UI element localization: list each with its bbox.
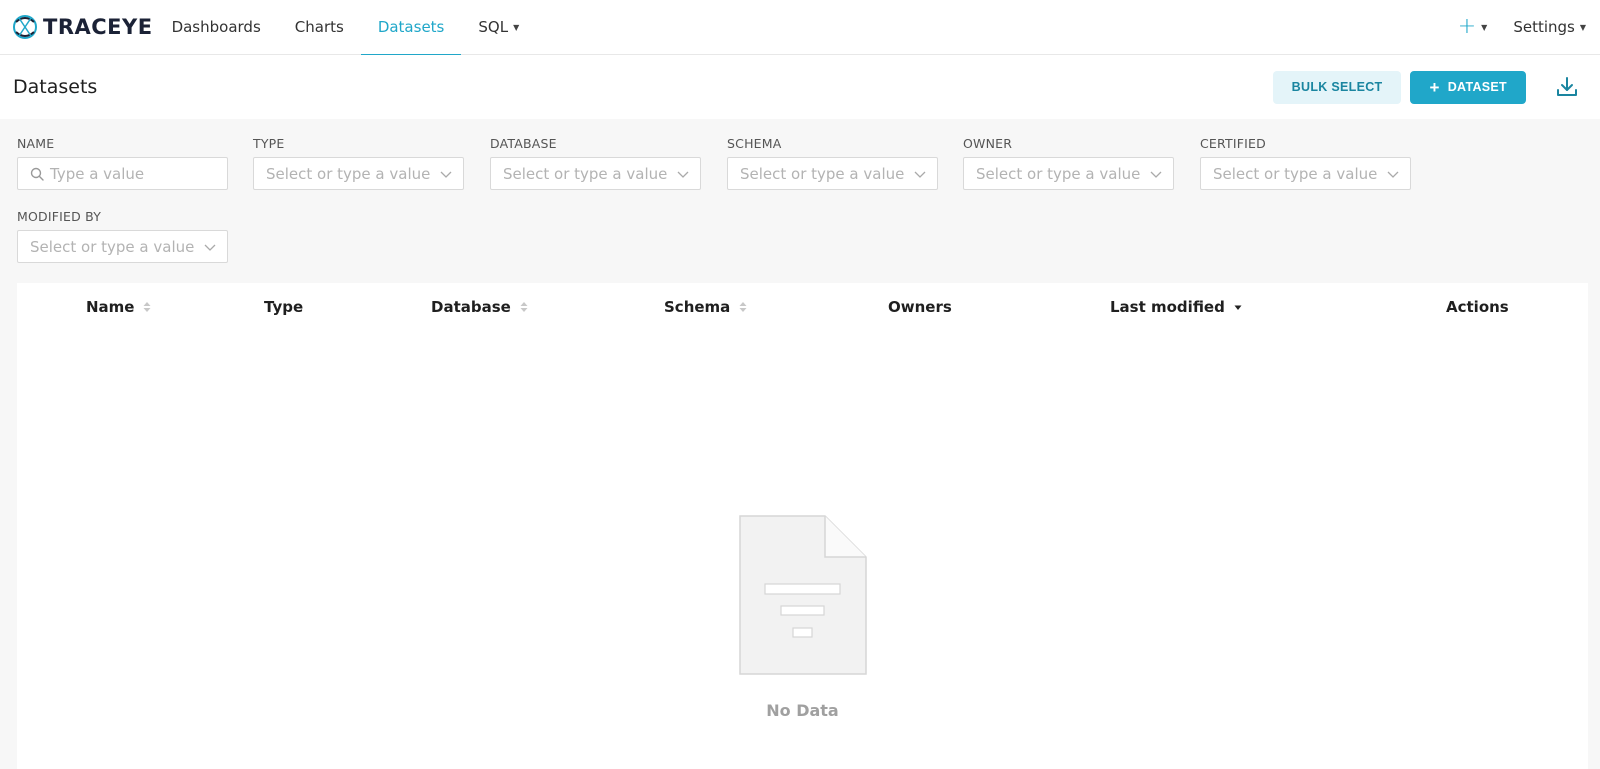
column-header-actions: Actions [1446,298,1509,316]
owner-select-placeholder: Select or type a value [976,164,1141,183]
chevron-down-icon [204,244,216,251]
sort-icon [520,302,528,312]
chevron-down-icon [1387,171,1399,178]
column-header-schema[interactable]: Schema [664,298,747,316]
column-header-actions-label: Actions [1446,298,1509,316]
filter-schema: SCHEMA Select or type a value [727,136,938,190]
modified-by-select-placeholder: Select or type a value [30,237,195,256]
column-header-name-label: Name [86,298,135,316]
column-header-name[interactable]: Name [86,298,151,316]
chevron-down-icon [914,171,926,178]
brand[interactable]: TRACEYE [10,0,153,55]
nav-charts-label: Charts [294,18,344,36]
filter-owner: OWNER Select or type a value [963,136,1174,190]
empty-document-icon [738,515,867,675]
download-icon [1557,77,1577,96]
name-search-placeholder: Type a value [50,164,145,183]
column-header-schema-label: Schema [664,298,731,316]
type-select[interactable]: Select or type a value [253,157,464,190]
database-select-placeholder: Select or type a value [503,164,668,183]
nav-datasets-label: Datasets [377,18,445,36]
plus-icon: + [1457,14,1477,39]
column-header-owners: Owners [888,298,952,316]
settings-label: Settings [1513,18,1575,36]
certified-select-placeholder: Select or type a value [1213,164,1378,183]
filter-name-label: NAME [17,136,55,151]
schema-select[interactable]: Select or type a value [727,157,938,190]
caret-down-icon: ▼ [1579,22,1586,32]
chevron-down-icon [677,171,689,178]
modified-by-select[interactable]: Select or type a value [17,230,228,263]
datasets-table: Name Type Database Schema Owners Last mo… [17,283,1588,769]
nav-sql[interactable]: SQL ▼ [461,0,536,55]
add-dataset-label: DATASET [1447,80,1507,94]
caret-down-icon: ▼ [513,22,520,32]
sort-descending-icon [1234,305,1242,310]
chevron-down-icon [440,171,452,178]
nav-charts[interactable]: Charts [278,0,361,55]
owner-select[interactable]: Select or type a value [963,157,1174,190]
certified-select[interactable]: Select or type a value [1200,157,1411,190]
filter-certified-label: CERTIFIED [1200,136,1266,151]
add-dataset-button[interactable]: + DATASET [1410,70,1526,104]
header-actions: BULK SELECT + DATASET [1272,70,1580,104]
nav-sql-label: SQL [478,18,509,36]
traceye-logo-icon [13,15,37,39]
empty-state-text: No Data [766,701,839,720]
filter-schema-label: SCHEMA [727,136,782,151]
filter-certified: CERTIFIED Select or type a value [1200,136,1411,190]
main-nav: Dashboards Charts Datasets SQL ▼ [155,0,537,56]
filter-name: NAME Type a value [17,136,228,190]
brand-name: TRACEYE [43,15,153,39]
filter-database-label: DATABASE [490,136,557,151]
nav-datasets[interactable]: Datasets [360,0,462,56]
column-header-type: Type [264,298,303,316]
column-header-database[interactable]: Database [431,298,528,316]
schema-select-placeholder: Select or type a value [740,164,905,183]
sort-icon [739,302,747,312]
settings-menu[interactable]: Settings ▼ [1501,18,1600,36]
filter-type-label: TYPE [253,136,285,151]
nav-right: + ▼ Settings ▼ [1444,0,1600,55]
filter-database: DATABASE Select or type a value [490,136,701,190]
column-header-type-label: Type [264,298,304,316]
filter-modified-by: MODIFIED BY Select or type a value [17,209,228,263]
type-select-placeholder: Select or type a value [266,164,431,183]
filter-owner-label: OWNER [963,136,1013,151]
import-button[interactable] [1554,74,1580,100]
empty-state: No Data [17,515,1588,720]
caret-down-icon: ▼ [1481,22,1488,32]
page-title: Datasets [13,76,98,98]
column-header-owners-label: Owners [888,298,952,316]
filter-type: TYPE Select or type a value [253,136,464,190]
bulk-select-button[interactable]: BULK SELECT [1272,70,1402,104]
nav-dashboards-label: Dashboards [171,18,261,36]
sort-icon [143,302,151,312]
nav-dashboards[interactable]: Dashboards [155,0,278,55]
page-header: Datasets BULK SELECT + DATASET [0,55,1600,119]
column-header-database-label: Database [431,298,511,316]
new-menu[interactable]: + ▼ [1444,16,1502,38]
search-icon [30,167,44,181]
name-search-input[interactable]: Type a value [17,157,228,190]
top-navbar: TRACEYE Dashboards Charts Datasets SQL ▼… [0,0,1600,56]
column-header-last-modified-label: Last modified [1110,298,1225,316]
database-select[interactable]: Select or type a value [490,157,701,190]
chevron-down-icon [1150,171,1162,178]
filter-modified-by-label: MODIFIED BY [17,209,102,224]
column-header-last-modified[interactable]: Last modified [1110,298,1242,316]
table-header: Name Type Database Schema Owners Last mo… [17,283,1588,331]
plus-icon: + [1429,77,1440,97]
